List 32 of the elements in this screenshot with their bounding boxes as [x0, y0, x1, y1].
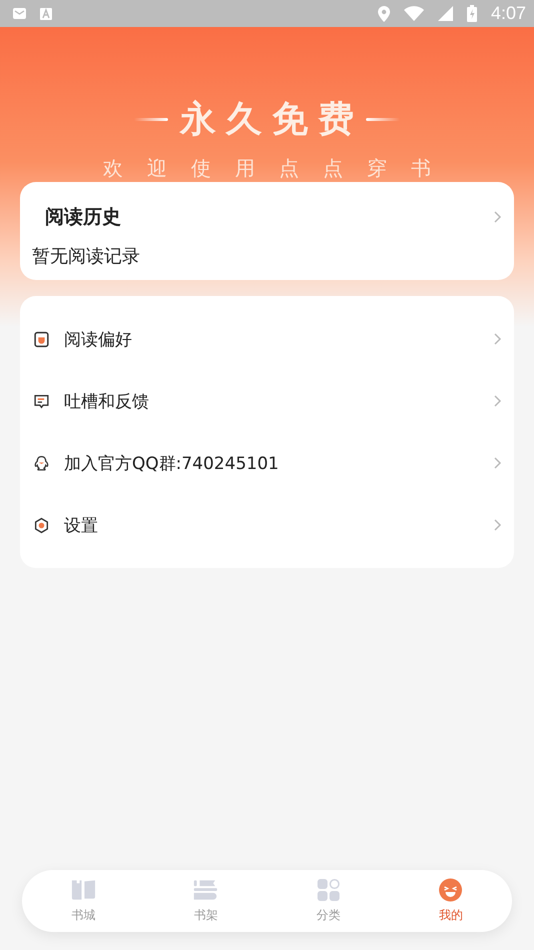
signal-icon [438, 6, 453, 21]
mail-icon [13, 8, 26, 19]
wifi-icon [404, 6, 424, 21]
nav-tab[interactable]: 我的 [390, 870, 512, 932]
font-icon [40, 8, 52, 20]
banner-subtitle: 欢迎使用点点穿书 [103, 156, 455, 180]
menu-item[interactable]: 吐槽和反馈 [20, 370, 514, 432]
history-card[interactable]: 阅读历史 暂无阅读记录 [20, 182, 514, 280]
banner-title: 永久免费 [180, 97, 364, 142]
chevron-icon [492, 518, 502, 532]
chat-icon [33, 392, 50, 410]
battery-icon [466, 5, 477, 22]
shelf-icon [192, 878, 220, 902]
settings-icon [33, 516, 50, 534]
chevron-icon [492, 210, 502, 224]
chevron-icon [492, 332, 502, 346]
location-icon [378, 6, 390, 22]
grid-icon [314, 878, 342, 902]
empty-message: 暂无阅读记录 [32, 245, 141, 268]
book-icon [33, 330, 50, 348]
menu-item[interactable]: 设置 [20, 494, 514, 556]
menu-item[interactable]: 阅读偏好 [20, 308, 514, 370]
decorative-dash [134, 118, 168, 121]
section-title: 阅读历史 [45, 205, 122, 230]
decorative-dash [366, 118, 400, 121]
penguin-icon [33, 454, 50, 472]
menu-item[interactable]: 加入官方QQ群:740245101 [20, 432, 514, 494]
chevron-icon [492, 394, 502, 408]
chevron-icon [492, 456, 502, 470]
clock-time: 4:07 [490, 3, 526, 24]
smiley-icon [437, 878, 464, 902]
book-icon [70, 878, 97, 902]
